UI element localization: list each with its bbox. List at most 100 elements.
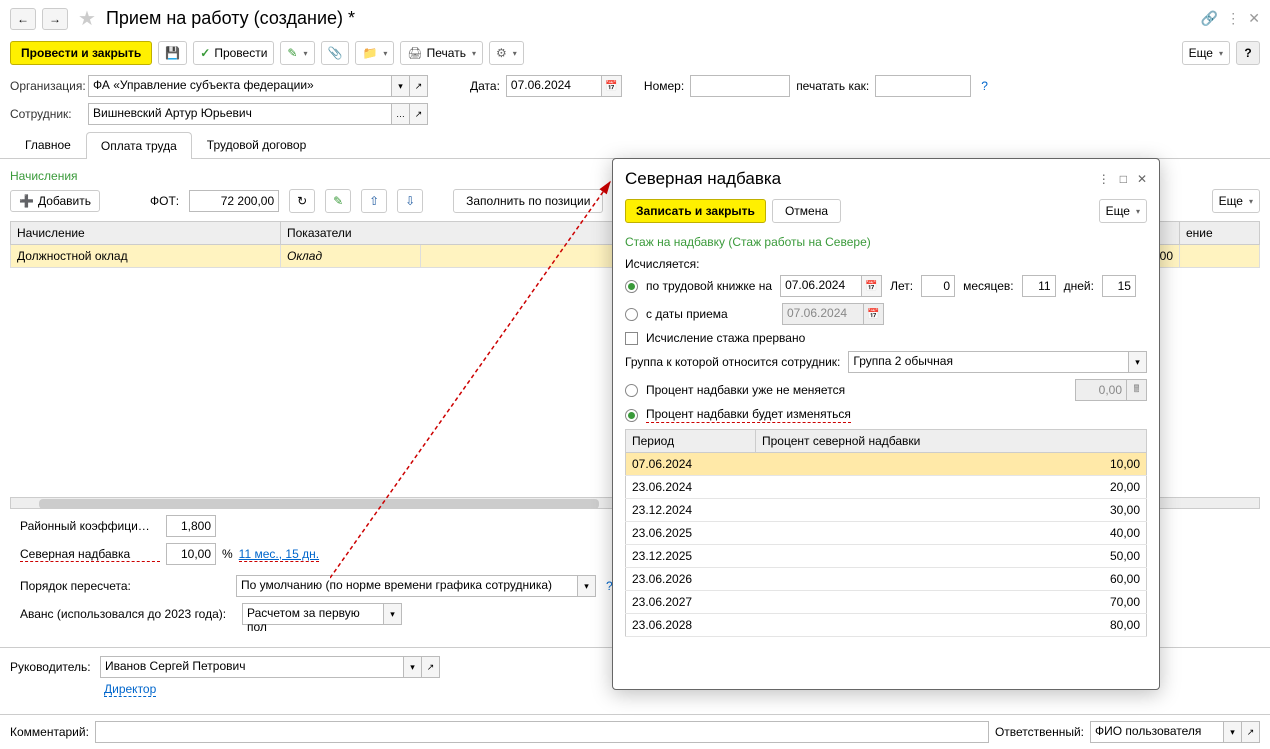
radio-from-hire[interactable] — [625, 308, 638, 321]
cell-percent: 80,00 — [756, 614, 1147, 637]
close-icon[interactable]: ✕ — [1248, 10, 1260, 27]
table-row[interactable]: 23.06.202660,00 — [626, 568, 1147, 591]
employee-input[interactable]: Вишневский Артур Юрьевич — [88, 103, 392, 125]
by-book-calendar-button[interactable]: 📅 — [862, 275, 882, 297]
accruals-more-button[interactable]: Еще▾ — [1212, 189, 1260, 213]
folder-icon: 📁 — [362, 46, 377, 60]
advance-select[interactable]: Расчетом за первую пол — [242, 603, 384, 625]
responsible-input[interactable]: ФИО пользователя — [1090, 721, 1224, 743]
radio-by-book-label: по трудовой книжке на — [646, 279, 772, 293]
group-dropdown-button[interactable]: ▾ — [1129, 351, 1147, 373]
help-link[interactable]: ? — [977, 79, 992, 93]
comment-input[interactable] — [95, 721, 989, 743]
kebab-menu-icon[interactable]: ⋮ — [1226, 10, 1240, 27]
responsible-open-button[interactable]: ↗ — [1242, 721, 1260, 743]
date-input[interactable]: 07.06.2024 — [506, 75, 602, 97]
more-label: Еще — [1106, 204, 1130, 218]
fill-by-position-button[interactable]: Заполнить по позиции — [453, 189, 603, 213]
accruals-title-link[interactable]: Начисления — [10, 169, 78, 183]
years-input[interactable] — [921, 275, 955, 297]
coef-input[interactable] — [166, 515, 216, 537]
col-period[interactable]: Период — [626, 430, 756, 453]
by-book-date-input[interactable]: 07.06.2024 — [780, 275, 862, 297]
table-row[interactable]: 23.06.202420,00 — [626, 476, 1147, 499]
save-button[interactable]: 💾 — [158, 41, 187, 65]
col-extra[interactable]: ение — [1180, 222, 1260, 245]
north-value-input[interactable] — [166, 543, 216, 565]
manager-open-button[interactable]: ↗ — [422, 656, 440, 678]
refresh-button[interactable]: ↻ — [289, 189, 315, 213]
move-up-button[interactable]: ⇧ — [361, 189, 387, 213]
number-input[interactable] — [690, 75, 790, 97]
responsible-dropdown-button[interactable]: ▾ — [1224, 721, 1242, 743]
radio-pct-changes[interactable] — [625, 409, 638, 422]
calendar-button[interactable]: 📅 — [602, 75, 622, 97]
move-down-button[interactable]: ⇩ — [397, 189, 423, 213]
employee-ellipsis-button[interactable]: … — [392, 103, 410, 125]
print-as-input[interactable] — [875, 75, 971, 97]
modal-maximize-icon[interactable]: □ — [1120, 172, 1127, 186]
manager-dropdown-button[interactable]: ▾ — [404, 656, 422, 678]
modal-kebab-icon[interactable]: ⋮ — [1098, 172, 1110, 186]
from-hire-calendar-button: 📅 — [864, 303, 884, 325]
modal-close-icon[interactable]: ✕ — [1137, 172, 1147, 186]
tab-contract[interactable]: Трудовой договор — [192, 131, 321, 158]
manager-input[interactable]: Иванов Сергей Петрович — [100, 656, 404, 678]
checkbox-interrupted[interactable] — [625, 332, 638, 345]
add-button[interactable]: ➕Добавить — [10, 190, 100, 212]
org-input[interactable]: ФА «Управление субъекта федерации» — [88, 75, 392, 97]
post-button[interactable]: ✓Провести — [193, 41, 274, 65]
employee-open-button[interactable]: ↗ — [410, 103, 428, 125]
favorite-star-icon[interactable]: ★ — [74, 6, 100, 31]
modal-save-close-button[interactable]: Записать и закрыть — [625, 199, 766, 223]
link-icon[interactable]: 🔗 — [1201, 10, 1218, 27]
radio-by-book[interactable] — [625, 280, 638, 293]
post-and-close-button[interactable]: Провести и закрыть — [10, 41, 152, 65]
edit-row-button[interactable]: ✎ — [325, 189, 351, 213]
modal-cancel-button[interactable]: Отмена — [772, 199, 841, 223]
cell-percent: 50,00 — [756, 545, 1147, 568]
org-dropdown-button[interactable]: ▾ — [392, 75, 410, 97]
days-input[interactable] — [1102, 275, 1136, 297]
edit-button[interactable]: ✎▾ — [280, 41, 314, 65]
check-icon: ✓ — [200, 46, 210, 60]
tab-pay[interactable]: Оплата труда — [86, 132, 192, 159]
recalc-select[interactable]: По умолчанию (по норме времени графика с… — [236, 575, 578, 597]
director-link[interactable]: Директор — [104, 682, 156, 697]
table-row[interactable]: 23.06.202540,00 — [626, 522, 1147, 545]
print-button[interactable]: 🖨Печать▾ — [400, 41, 483, 65]
table-row[interactable]: 23.12.202430,00 — [626, 499, 1147, 522]
org-open-button[interactable]: ↗ — [410, 75, 428, 97]
modal-stage-link[interactable]: Стаж на надбавку (Стаж работы на Севере) — [625, 235, 1147, 249]
nav-back-button[interactable]: ← — [10, 8, 36, 30]
number-label: Номер: — [644, 79, 684, 93]
months-input[interactable] — [1022, 275, 1056, 297]
nav-forward-button[interactable]: → — [42, 8, 68, 30]
radio-pct-fixed[interactable] — [625, 384, 638, 397]
more-button[interactable]: Еще▾ — [1182, 41, 1230, 65]
cell-period: 23.06.2025 — [626, 522, 756, 545]
modal-title: Северная надбавка — [625, 169, 781, 189]
coef-label: Районный коэффици… — [20, 519, 160, 533]
fot-input[interactable] — [189, 190, 279, 212]
advance-dropdown-button[interactable]: ▾ — [384, 603, 402, 625]
dropdown-icon: ▾ — [383, 49, 387, 58]
radio-from-hire-label: с даты приема — [646, 307, 774, 321]
table-row[interactable]: 07.06.202410,00 — [626, 453, 1147, 476]
col-percent[interactable]: Процент северной надбавки — [756, 430, 1147, 453]
cell-indicator: Оклад — [281, 245, 421, 268]
table-row[interactable]: 23.06.202770,00 — [626, 591, 1147, 614]
folder-button[interactable]: 📁▾ — [355, 41, 394, 65]
group-select[interactable]: Группа 2 обычная — [848, 351, 1129, 373]
col-accrual[interactable]: Начисление — [11, 222, 281, 245]
modal-more-button[interactable]: Еще▾ — [1099, 199, 1147, 223]
table-row[interactable]: 23.06.202880,00 — [626, 614, 1147, 637]
tab-main[interactable]: Главное — [10, 131, 86, 158]
north-label: Северная надбавка — [20, 547, 160, 562]
recalc-dropdown-button[interactable]: ▾ — [578, 575, 596, 597]
north-stage-link[interactable]: 11 мес., 15 дн. — [239, 547, 319, 562]
settings-button[interactable]: ⚙▾ — [489, 41, 524, 65]
table-row[interactable]: 23.12.202550,00 — [626, 545, 1147, 568]
attach-button[interactable]: 📎 — [321, 41, 350, 65]
help-button[interactable]: ? — [1236, 41, 1260, 65]
